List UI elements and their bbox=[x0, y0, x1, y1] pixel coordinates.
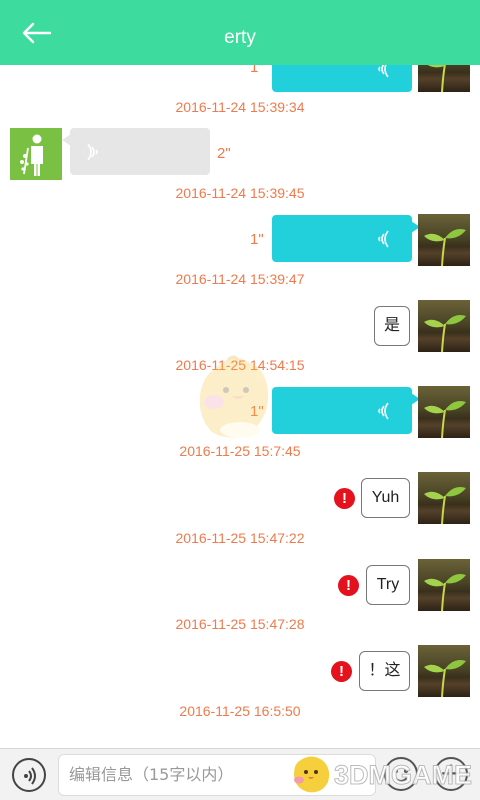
more-options-button[interactable]: + bbox=[434, 757, 468, 791]
send-failed-icon[interactable]: ! bbox=[331, 661, 352, 682]
chat-title: erty bbox=[224, 27, 256, 48]
send-failed-icon[interactable]: ! bbox=[338, 575, 359, 596]
message-timestamp: 2016-11-25 15:47:22 bbox=[175, 530, 305, 546]
voice-wave-icon bbox=[87, 143, 98, 161]
message-timestamp: 2016-11-25 14:54:15 bbox=[175, 357, 305, 373]
message-input[interactable]: 编辑信息（15字以内） bbox=[58, 754, 376, 796]
text-message-bubble[interactable]: Yuh bbox=[361, 478, 410, 518]
voice-duration: 1" bbox=[250, 65, 264, 76]
message-timestamp: 2016-11-24 15:39:47 bbox=[175, 271, 305, 287]
voice-duration: 1" bbox=[250, 231, 264, 248]
text-message-bubble[interactable]: Try bbox=[366, 565, 410, 605]
text-message-bubble[interactable]: 是 bbox=[374, 306, 410, 346]
voice-message-bubble[interactable] bbox=[272, 215, 420, 262]
voice-message-bubble[interactable] bbox=[62, 128, 210, 175]
voice-input-button[interactable] bbox=[12, 758, 46, 792]
my-avatar[interactable] bbox=[418, 386, 470, 438]
my-avatar[interactable] bbox=[418, 65, 470, 92]
voice-wave-icon bbox=[24, 767, 36, 785]
my-avatar[interactable] bbox=[418, 472, 470, 524]
voice-wave-icon bbox=[378, 230, 389, 248]
person-icon bbox=[20, 134, 43, 176]
text-message-bubble[interactable]: ！这 bbox=[359, 651, 410, 691]
send-failed-icon[interactable]: ! bbox=[334, 488, 355, 509]
voice-duration: 2" bbox=[217, 145, 231, 162]
message-timestamp: 2016-11-24 15:39:34 bbox=[175, 99, 305, 115]
my-avatar[interactable] bbox=[418, 645, 470, 697]
voice-wave-icon bbox=[378, 402, 389, 420]
voice-message-bubble[interactable] bbox=[272, 65, 412, 92]
smiley-icon bbox=[394, 769, 408, 782]
voice-duration: 1" bbox=[250, 403, 264, 420]
message-timestamp: 2016-11-24 15:39:45 bbox=[175, 185, 305, 201]
my-avatar[interactable] bbox=[418, 214, 470, 266]
voice-wave-icon bbox=[378, 65, 389, 78]
voice-message-bubble[interactable] bbox=[272, 387, 420, 434]
app-header: erty bbox=[0, 0, 480, 65]
message-list[interactable]: 1" 2016-11-24 15:39:34 2" 2016-11-24 15:… bbox=[0, 65, 480, 748]
my-avatar[interactable] bbox=[418, 300, 470, 352]
contact-avatar[interactable] bbox=[10, 128, 62, 180]
message-timestamp: 2016-11-25 16:5:50 bbox=[179, 703, 301, 719]
my-avatar[interactable] bbox=[418, 559, 470, 611]
input-bar: 编辑信息（15字以内） + bbox=[0, 748, 480, 800]
message-timestamp: 2016-11-25 15:47:28 bbox=[175, 616, 305, 632]
message-timestamp: 2016-11-25 15:7:45 bbox=[179, 443, 301, 459]
emoji-button[interactable] bbox=[384, 757, 418, 791]
